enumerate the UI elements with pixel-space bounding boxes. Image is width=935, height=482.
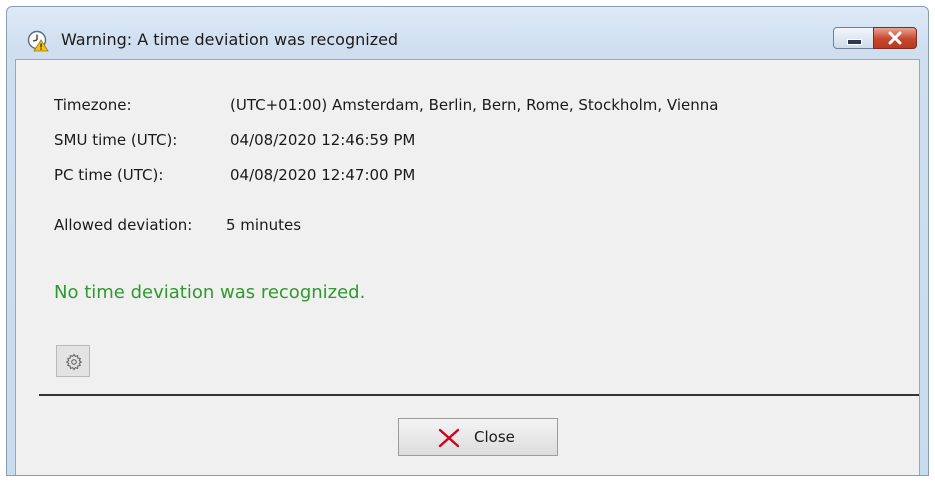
separator-line — [39, 394, 919, 396]
minimize-icon — [847, 39, 862, 45]
red-x-icon — [438, 428, 460, 448]
timezone-label: Timezone: — [54, 96, 132, 114]
gear-icon — [65, 353, 83, 371]
clock-warning-icon — [27, 30, 49, 52]
dialog-window: Warning: A time deviation was recognized… — [6, 6, 929, 476]
timezone-value: (UTC+01:00) Amsterdam, Berlin, Bern, Rom… — [230, 96, 719, 114]
smu-time-value: 04/08/2020 12:46:59 PM — [230, 131, 416, 149]
close-button-label: Close — [474, 428, 515, 446]
title-bar[interactable]: Warning: A time deviation was recognized — [7, 7, 928, 59]
pc-time-value: 04/08/2020 12:47:00 PM — [230, 166, 416, 184]
window-title: Warning: A time deviation was recognized — [61, 30, 399, 49]
dialog-content: Timezone: (UTC+01:00) Amsterdam, Berlin,… — [15, 59, 920, 475]
window-close-button[interactable] — [873, 27, 917, 49]
close-icon — [888, 31, 902, 45]
smu-time-label: SMU time (UTC): — [54, 131, 178, 149]
settings-button[interactable] — [56, 345, 90, 377]
allowed-deviation-value: 5 minutes — [226, 216, 302, 234]
status-message: No time deviation was recognized. — [54, 282, 366, 303]
pc-time-label: PC time (UTC): — [54, 166, 164, 184]
minimize-button[interactable] — [833, 27, 874, 49]
allowed-deviation-label: Allowed deviation: — [54, 216, 193, 234]
close-button[interactable]: Close — [398, 418, 558, 456]
